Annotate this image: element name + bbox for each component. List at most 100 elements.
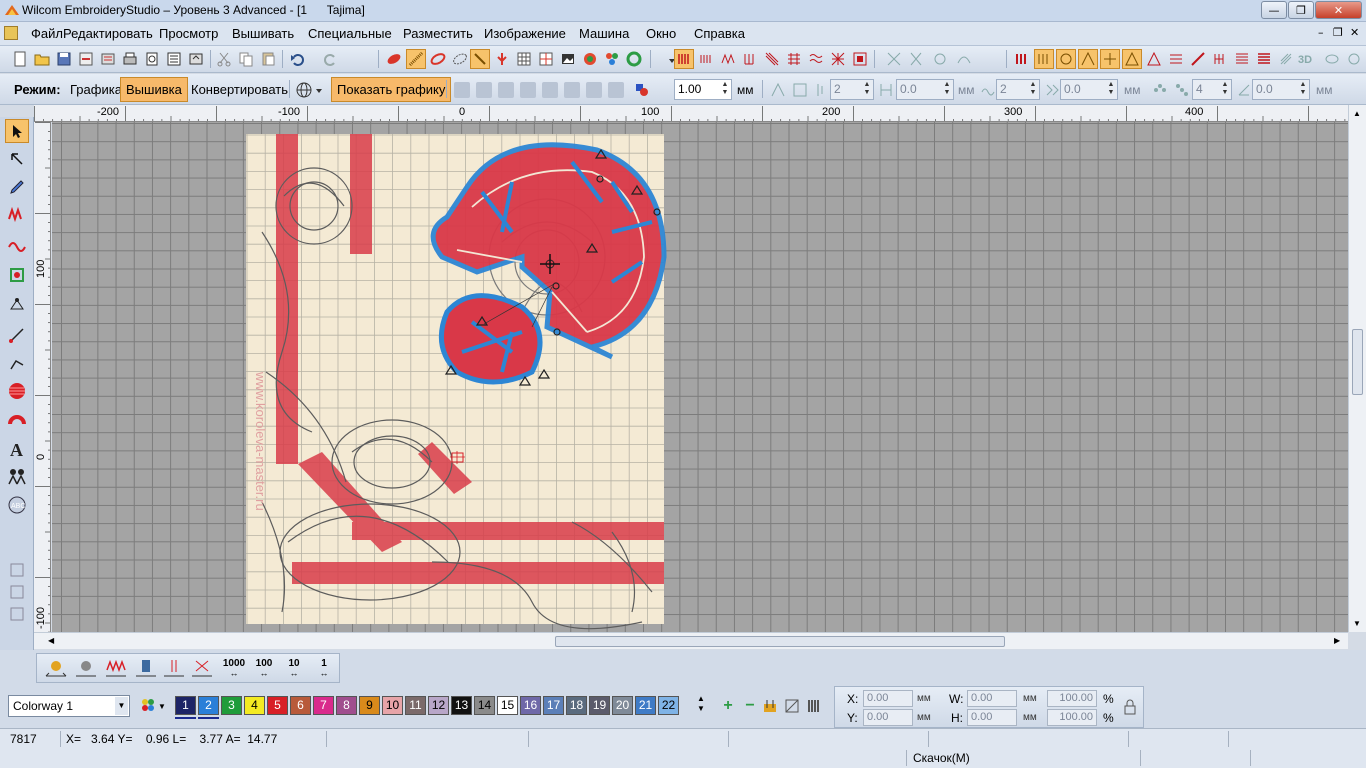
stitch-type-running-icon[interactable] [674, 49, 694, 69]
layout-2-icon[interactable] [790, 80, 810, 100]
align-2-icon[interactable] [474, 80, 494, 100]
hoop-grid-icon[interactable] [536, 49, 556, 69]
reshape-icon[interactable] [5, 147, 29, 171]
monogram-icon[interactable]: ABC [5, 493, 29, 517]
design-canvas[interactable]: www.koroleva-master.ru [52, 122, 1348, 632]
arc-tool-icon[interactable] [5, 407, 29, 431]
stitch-effect-5-icon[interactable] [1100, 49, 1120, 69]
mdi-minimize-button[interactable]: – [1318, 26, 1324, 39]
maximize-button[interactable]: ❐ [1288, 1, 1314, 19]
menu-view[interactable]: Просмотр [159, 26, 218, 41]
scatter-1-icon[interactable] [1150, 80, 1170, 100]
travel-trims-icon[interactable] [189, 658, 215, 680]
stitch-effect-1-icon[interactable] [1012, 49, 1032, 69]
view-extra-1-icon[interactable] [1322, 49, 1342, 69]
select-arrow-icon[interactable] [5, 119, 29, 143]
globe-dropdown-icon[interactable] [314, 80, 324, 100]
colorway-dropdown-icon[interactable]: ▼ [115, 697, 128, 715]
travel-functions-icon[interactable] [133, 658, 159, 680]
fill-object-icon[interactable] [384, 49, 404, 69]
globe-icon[interactable] [294, 80, 314, 100]
param-1-spin-arrows[interactable]: ▲ ▼ [862, 81, 872, 98]
align-3-icon[interactable] [496, 80, 516, 100]
x-input[interactable]: 0.00 [863, 690, 913, 707]
palette-dropdown-icon[interactable]: ▼ [158, 702, 166, 711]
stitch-type-triple-icon[interactable] [696, 49, 716, 69]
scale-spin-arrows[interactable]: ▲ ▼ [720, 81, 730, 98]
travel-objects-icon[interactable] [73, 658, 99, 680]
w-input[interactable]: 0.00 [967, 690, 1017, 707]
color-swatch-14[interactable]: 14 [474, 696, 495, 715]
effect-3-icon[interactable] [930, 49, 950, 69]
vertical-scroll-thumb[interactable] [1352, 329, 1363, 395]
panel-toggle-2-icon[interactable] [5, 580, 29, 604]
travel-1-button[interactable]: 1 ↔ [311, 658, 337, 680]
color-swatch-6[interactable]: 6 [290, 696, 311, 715]
effect-2-icon[interactable] [906, 49, 926, 69]
3d-view-icon[interactable]: 3D [1298, 49, 1318, 69]
color-swatch-13[interactable]: 13 [451, 696, 472, 715]
align-1-icon[interactable] [452, 80, 472, 100]
remove-color-icon[interactable]: − [740, 696, 760, 716]
thread-chart-icon[interactable] [760, 696, 780, 716]
color-swatch-21[interactable]: 21 [635, 696, 656, 715]
spacing-icon[interactable] [876, 80, 896, 100]
polyline-tool-icon[interactable] [5, 351, 29, 375]
menu-digitize[interactable]: Вышивать [232, 26, 294, 41]
unused-colors-icon[interactable] [782, 696, 802, 716]
w-percent-input[interactable]: 100.00 [1047, 690, 1097, 707]
layout-1-icon[interactable] [768, 80, 788, 100]
scroll-up-icon[interactable]: ▲ [1353, 109, 1361, 118]
param-5-input[interactable]: 4 ▲ ▼ [1192, 79, 1232, 100]
param-3-input[interactable]: 2 ▲ ▼ [996, 79, 1040, 100]
color-bars-icon[interactable] [804, 696, 824, 716]
layout-3-icon[interactable] [812, 80, 832, 100]
color-swatch-19[interactable]: 19 [589, 696, 610, 715]
pencil-icon[interactable] [5, 175, 29, 199]
offset-icon[interactable] [1042, 80, 1062, 100]
stitch-type-wave-icon[interactable] [806, 49, 826, 69]
stitch-effect-4-icon[interactable] [1078, 49, 1098, 69]
h-percent-input[interactable]: 100.00 [1047, 709, 1097, 726]
horizontal-scrollbar[interactable]: ◀ ▶ [34, 632, 1348, 649]
document-icon[interactable] [4, 26, 18, 40]
color-swatch-8[interactable]: 8 [336, 696, 357, 715]
scatter-2-icon[interactable] [1172, 80, 1192, 100]
stitch-type-satin-icon[interactable] [762, 49, 782, 69]
param-6-input[interactable]: 0.0 ▲ ▼ [1252, 79, 1310, 100]
print-preview-icon[interactable] [142, 49, 162, 69]
menu-image[interactable]: Изображение [484, 26, 566, 41]
stitch-type-tatami-icon[interactable] [784, 49, 804, 69]
panel-toggle-1-icon[interactable] [5, 558, 29, 582]
show-graphics-button[interactable]: Показать графику [331, 77, 452, 102]
print-icon[interactable] [120, 49, 140, 69]
redo-icon[interactable] [320, 49, 340, 69]
people-icon[interactable] [5, 465, 29, 489]
mdi-restore-button[interactable]: ❐ [1333, 26, 1343, 39]
stitch-type-pattern-icon[interactable] [850, 49, 870, 69]
stitch-type-zigzag-icon[interactable] [718, 49, 738, 69]
panel-toggle-3-icon[interactable] [5, 602, 29, 626]
stitch-effect-13-icon[interactable] [1276, 49, 1296, 69]
colorway-palette-icon[interactable] [138, 695, 158, 715]
scroll-left-icon[interactable]: ◀ [48, 636, 54, 645]
add-color-icon[interactable]: + [718, 696, 738, 716]
print-setup-icon[interactable] [98, 49, 118, 69]
send-to-machine-icon[interactable] [186, 49, 206, 69]
appliqué-icon[interactable] [5, 263, 29, 287]
swatch-scroll-icon[interactable]: ▲ ▼ [697, 694, 705, 714]
close-button[interactable]: ✕ [1315, 1, 1362, 19]
mode-convert-button[interactable]: Конвертировать [185, 77, 294, 102]
color-swatch-4[interactable]: 4 [244, 696, 265, 715]
effect-4-icon[interactable] [954, 49, 974, 69]
stitch-effect-9-icon[interactable] [1188, 49, 1208, 69]
stitch-effect-3-icon[interactable] [1056, 49, 1076, 69]
lettering-icon[interactable]: A [5, 437, 29, 461]
stitch-effect-12-icon[interactable] [1254, 49, 1274, 69]
scale-icon[interactable] [632, 80, 652, 100]
color-swatch-20[interactable]: 20 [612, 696, 633, 715]
travel-1000-button[interactable]: 1000 ↔ [221, 658, 247, 680]
menu-special[interactable]: Специальные [308, 26, 392, 41]
satin-icon[interactable] [406, 49, 426, 69]
running-stitch-icon[interactable] [5, 233, 29, 257]
